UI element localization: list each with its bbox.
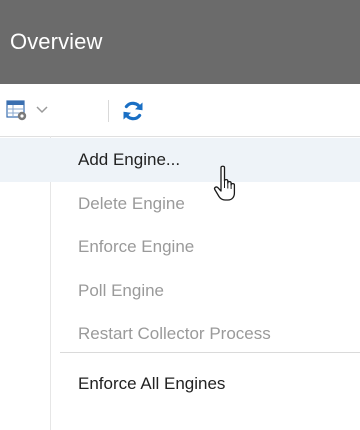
menu-item-add-engine[interactable]: Add Engine... bbox=[0, 138, 360, 182]
hand-pointer-icon bbox=[213, 165, 236, 201]
menu-item-delete-engine[interactable]: Delete Engine bbox=[0, 182, 360, 226]
menu-item-label: Poll Engine bbox=[78, 281, 165, 300]
tools-menu-button[interactable] bbox=[6, 96, 104, 126]
menu-item-restart-collector-process[interactable]: Restart Collector Process bbox=[0, 312, 360, 356]
toolbar bbox=[0, 84, 360, 136]
table-settings-icon bbox=[6, 100, 27, 121]
toolbar-separator bbox=[108, 100, 109, 122]
menu-item-label: Enforce Engine bbox=[78, 237, 195, 256]
menu-item-label: Enforce All Engines bbox=[78, 374, 226, 393]
menu-item-label: Restart Collector Process bbox=[78, 324, 271, 343]
refresh-icon[interactable] bbox=[121, 99, 145, 123]
menu-item-label: Add Engine... bbox=[78, 150, 181, 169]
menu-item-label: Delete Engine bbox=[78, 194, 185, 213]
chevron-down-icon bbox=[36, 106, 48, 114]
panel-title: Overview bbox=[10, 29, 103, 54]
menu-divider bbox=[60, 352, 360, 353]
panel-header: Overview bbox=[0, 0, 360, 84]
context-menu: Add Engine... Delete Engine Enforce Engi… bbox=[0, 136, 360, 430]
menu-top-border bbox=[0, 136, 360, 137]
menu-item-poll-engine[interactable]: Poll Engine bbox=[0, 269, 360, 313]
menu-item-enforce-engine[interactable]: Enforce Engine bbox=[0, 225, 360, 269]
menu-item-enforce-all-engines[interactable]: Enforce All Engines bbox=[0, 362, 360, 406]
